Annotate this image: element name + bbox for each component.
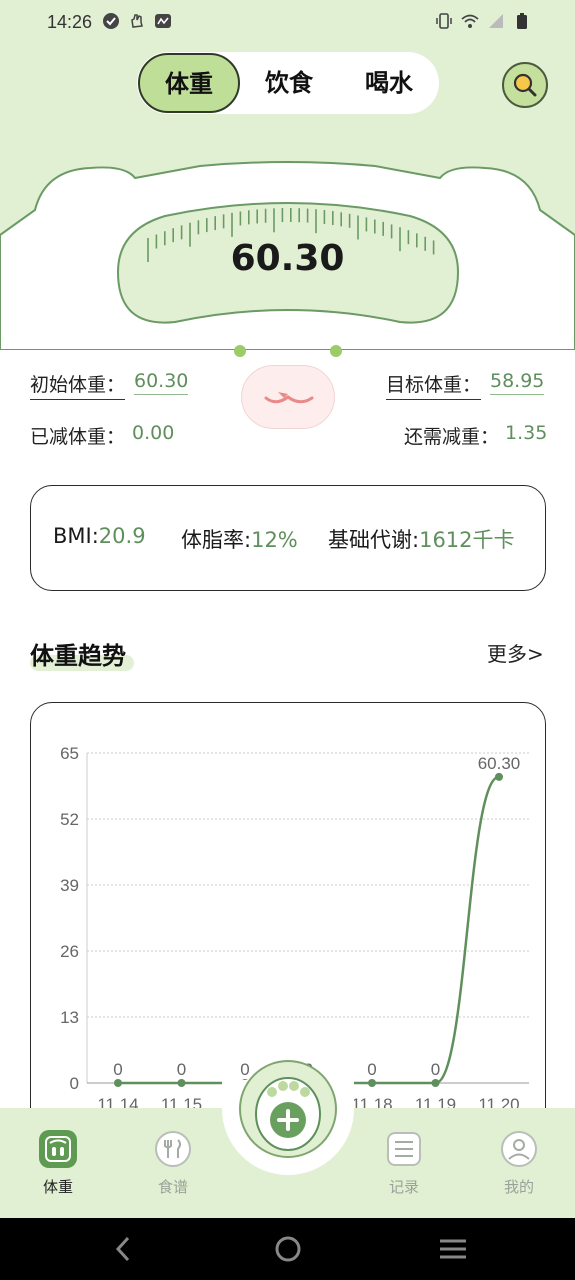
nav-item-recipe[interactable]: 食谱 [143,1130,203,1197]
bmr-stat: 基础代谢:1612千卡 [328,524,515,554]
data-point [495,772,503,781]
recipe-icon [154,1130,192,1168]
cat-mouth-icon [241,365,335,429]
home-icon[interactable] [275,1236,301,1262]
hand-icon [131,14,143,28]
tab-diet[interactable]: 饮食 [254,52,324,114]
remaining-weight-label: 还需减重： [404,426,500,448]
tab-water[interactable]: 喝水 [354,52,424,114]
data-label: 60.30 [478,754,521,773]
target-weight-value: 58.95 [490,370,545,395]
cat-eye-left [234,345,246,357]
nav-item-records[interactable]: 记录 [374,1130,434,1197]
y-tick-label: 52 [60,810,79,829]
body-stats-card: BMI:20.9 体脂率:12% 基础代谢:1612千卡 [30,485,546,591]
search-button[interactable] [502,62,548,108]
data-label: 0 [431,1060,440,1079]
tab-weight[interactable]: 体重 [138,53,240,113]
target-weight-label: 目标体重： [386,370,482,400]
nav-label-records: 记录 [388,1178,419,1196]
data-point [431,1079,440,1087]
wifi-icon [461,14,479,28]
scale-icon [39,1130,77,1168]
profile-icon [500,1130,538,1168]
y-tick-label: 39 [60,876,79,895]
vibrate-icon [436,13,452,29]
lost-weight-label: 已减体重： [30,426,126,448]
data-point [177,1079,186,1087]
data-point [114,1079,122,1087]
check-circle-icon [103,13,119,29]
initial-weight-value: 60.30 [134,370,189,395]
nav-label-recipe: 食谱 [157,1178,188,1196]
data-label: 0 [177,1060,186,1079]
remaining-weight-value: 1.35 [505,422,548,444]
recents-icon[interactable] [440,1239,466,1259]
bmi-value: 20.9 [98,524,146,548]
status-bar: 14:26 [0,0,575,46]
initial-weight-label: 初始体重： [30,370,126,400]
bmr-value: 1612千卡 [419,528,515,552]
data-point [368,1079,376,1087]
body-fat-stat: 体脂率:12% [181,524,298,554]
lost-weight-value: 0.00 [132,422,175,444]
body-fat-label: 体脂率: [181,528,252,552]
data-label: 0 [367,1060,376,1079]
battery-icon [517,13,527,29]
cat-eye-right [330,345,342,357]
back-icon[interactable] [115,1236,130,1262]
trend-title: 体重趋势 [30,642,126,670]
bmr-label: 基础代谢: [328,528,420,552]
y-tick-label: 26 [60,942,79,961]
notification-icons [102,12,172,30]
y-tick-label: 65 [60,744,79,763]
more-link[interactable]: 更多> [487,638,544,667]
signal-icon [489,14,503,28]
nav-item-weight[interactable]: 体重 [28,1130,88,1197]
y-tick-label: 13 [60,1008,79,1027]
current-weight: 60.30 [230,238,345,279]
message-icon [155,14,171,28]
series-line [117,775,500,1085]
search-icon [513,73,537,97]
system-icons [435,12,531,30]
nav-label-profile: 我的 [503,1178,534,1196]
nav-label-weight: 体重 [42,1178,73,1196]
status-time: 14:26 [47,12,93,32]
paw-add-icon [255,1077,321,1151]
list-icon [385,1130,423,1168]
data-label: 0 [113,1060,122,1079]
bmi-stat: BMI:20.9 [53,524,146,548]
y-tick-label: 0 [70,1074,79,1093]
tab-switcher: 体重 饮食 喝水 [137,52,439,114]
system-nav-bar [0,1218,575,1280]
add-record-button[interactable] [239,1060,337,1158]
bmi-label: BMI: [53,524,99,548]
nav-item-profile[interactable]: 我的 [489,1130,549,1197]
body-fat-value: 12% [251,528,298,552]
